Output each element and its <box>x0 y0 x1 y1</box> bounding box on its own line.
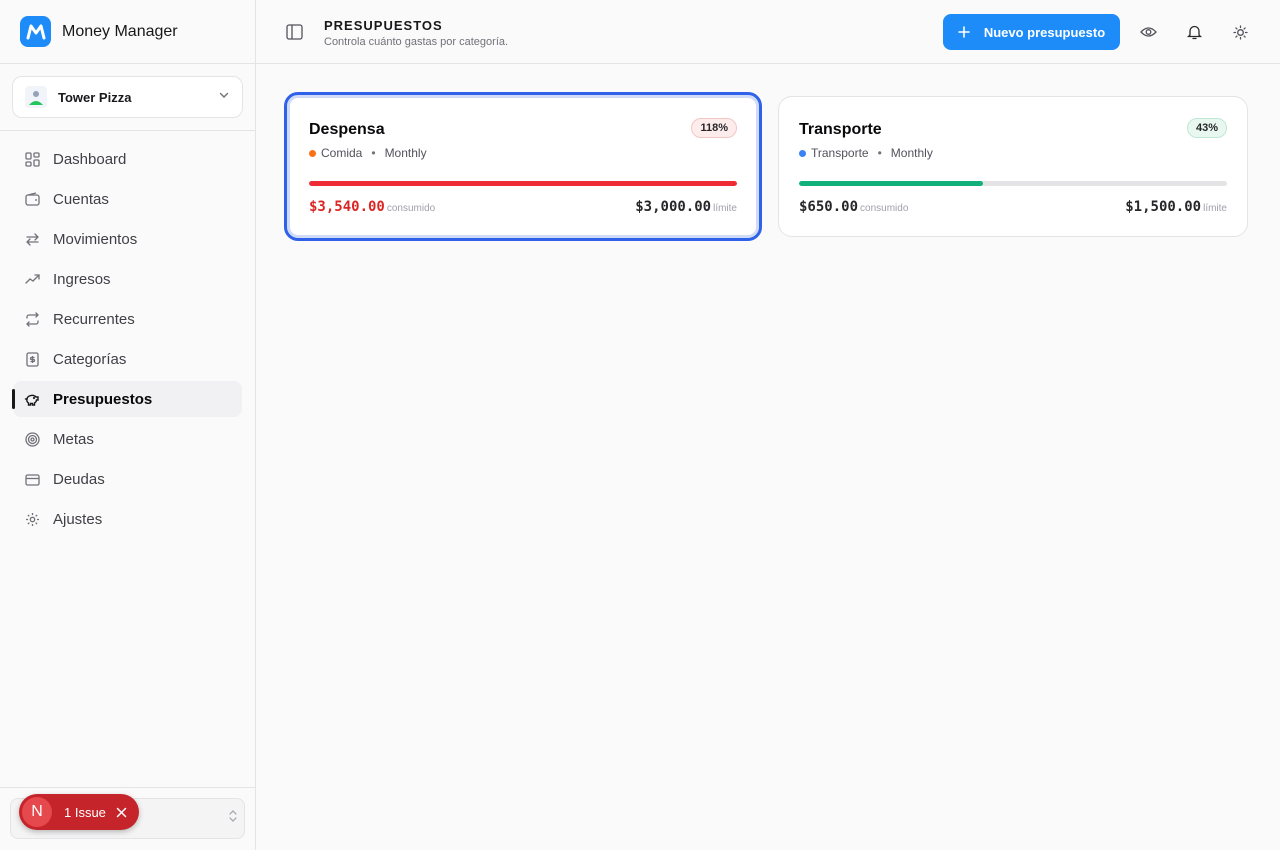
target-icon <box>24 431 40 447</box>
category-dot <box>309 149 316 157</box>
budget-meta: Comida • Monthly <box>309 146 427 160</box>
new-budget-label: Nuevo presupuesto <box>983 24 1106 40</box>
budget-card[interactable]: Transporte Transporte • Monthly 43% $650… <box>778 96 1248 237</box>
sidebar-item-deudas[interactable]: Deudas <box>13 461 242 497</box>
budget-name: Transporte <box>799 121 882 138</box>
issue-count: 1 Issue <box>64 804 106 820</box>
sidebar-item-ajustes[interactable]: Ajustes <box>13 501 242 537</box>
org-switcher-wrap: Tower Pizza <box>0 64 255 131</box>
sidebar-item-movimientos[interactable]: Movimientos <box>13 221 242 257</box>
sidebar-item-label: Ingresos <box>53 270 111 288</box>
eye-icon[interactable] <box>1138 22 1158 42</box>
sidebar-item-dashboard[interactable]: Dashboard <box>13 141 242 177</box>
limit-group: $1,500.00 límite <box>1125 198 1227 216</box>
spent-group: $3,540.00 consumido <box>309 198 435 216</box>
new-budget-button[interactable]: Nuevo presupuesto <box>943 14 1120 50</box>
budget-category: Comida <box>321 146 363 160</box>
issue-indicator[interactable]: N 1 Issue <box>19 794 139 830</box>
spent-amount: $3,540.00 <box>309 199 385 215</box>
plus-icon <box>958 26 970 38</box>
bell-icon[interactable] <box>1184 22 1204 42</box>
sidebar-item-recurrentes[interactable]: Recurrentes <box>13 301 242 337</box>
sidebar-item-label: Movimientos <box>53 230 138 248</box>
percent-badge: 43% <box>1186 118 1227 138</box>
budget-card[interactable]: Despensa Comida • Monthly 118% $3,540.00… <box>284 92 762 241</box>
sidebar-item-presupuestos[interactable]: Presupuestos <box>12 381 242 417</box>
page-header: PRESUPUESTOS Controla cuánto gastas por … <box>256 0 1280 64</box>
piggy-bank-icon <box>24 391 40 407</box>
issue-avatar: N <box>22 797 52 827</box>
budget-amounts: $650.00 consumido $1,500.00 límite <box>799 198 1227 216</box>
org-avatar <box>25 86 47 108</box>
spent-amount: $650.00 <box>799 199 859 215</box>
sidebar-item-label: Deudas <box>53 470 105 488</box>
category-dot <box>799 149 806 157</box>
meta-separator: • <box>371 146 376 160</box>
limit-group: $3,000.00 límite <box>635 198 737 216</box>
org-switcher[interactable]: Tower Pizza <box>12 76 243 118</box>
limit-amount: $3,000.00 <box>635 199 712 215</box>
sidebar-item-ingresos[interactable]: Ingresos <box>13 261 242 297</box>
credit-card-icon <box>24 471 40 487</box>
wallet-icon <box>24 191 40 207</box>
budget-period: Monthly <box>384 146 427 160</box>
sidebar-item-label: Cuentas <box>53 190 109 208</box>
layout-grid-icon <box>24 151 40 167</box>
sidebar-item-label: Presupuestos <box>53 390 153 408</box>
sidebar-item-cuentas[interactable]: Cuentas <box>13 181 242 217</box>
sidebar-item-label: Categorías <box>53 350 127 368</box>
gear-icon <box>24 511 40 527</box>
limit-amount: $1,500.00 <box>1125 199 1202 215</box>
progress-fill <box>309 181 737 186</box>
sidebar-item-label: Dashboard <box>53 150 127 168</box>
progress-bar <box>799 181 1227 186</box>
spent-label: consumido <box>386 203 436 214</box>
limit-label: límite <box>1203 203 1227 214</box>
sidebar-item-metas[interactable]: Metas <box>13 421 242 457</box>
progress-fill <box>799 181 984 186</box>
org-name: Tower Pizza <box>58 89 132 105</box>
budget-period: Monthly <box>890 146 933 160</box>
sidebar-item-label: Metas <box>53 430 94 448</box>
budget-name: Despensa <box>309 121 385 138</box>
page-title: PRESUPUESTOS <box>324 18 443 33</box>
spent-label: consumido <box>860 203 909 214</box>
app-logo-icon <box>20 16 51 47</box>
trending-up-icon <box>24 271 40 287</box>
meta-separator: • <box>877 146 882 160</box>
brand[interactable]: Money Manager <box>0 0 255 64</box>
arrows-left-right-icon <box>24 231 40 247</box>
repeat-icon <box>24 311 40 327</box>
sidebar-toggle-icon[interactable] <box>284 22 304 42</box>
budget-category: Transporte <box>811 146 869 160</box>
chevrons-up-down-icon <box>228 809 238 828</box>
app-name: Money Manager <box>62 22 178 40</box>
sidebar-item-categorias[interactable]: Categorías <box>13 341 242 377</box>
percent-badge: 118% <box>691 118 737 138</box>
limit-label: límite <box>713 203 737 214</box>
progress-bar <box>309 181 737 186</box>
budget-amounts: $3,540.00 consumido $3,000.00 límite <box>309 198 737 216</box>
main-nav: Dashboard Cuentas Movimientos Ingresos R… <box>0 131 255 551</box>
close-icon[interactable] <box>116 807 127 818</box>
spent-group: $650.00 consumido <box>799 198 908 216</box>
receipt-icon <box>24 351 40 367</box>
sun-icon[interactable] <box>1230 22 1250 42</box>
sidebar-item-label: Ajustes <box>53 510 103 528</box>
sidebar: Money Manager Tower Pizza Dashboard Cuen… <box>0 0 256 850</box>
page-subtitle: Controla cuánto gastas por categoría. <box>324 36 509 48</box>
sidebar-item-label: Recurrentes <box>53 310 135 328</box>
budget-meta: Transporte • Monthly <box>799 146 933 160</box>
chevron-down-icon <box>218 88 230 106</box>
